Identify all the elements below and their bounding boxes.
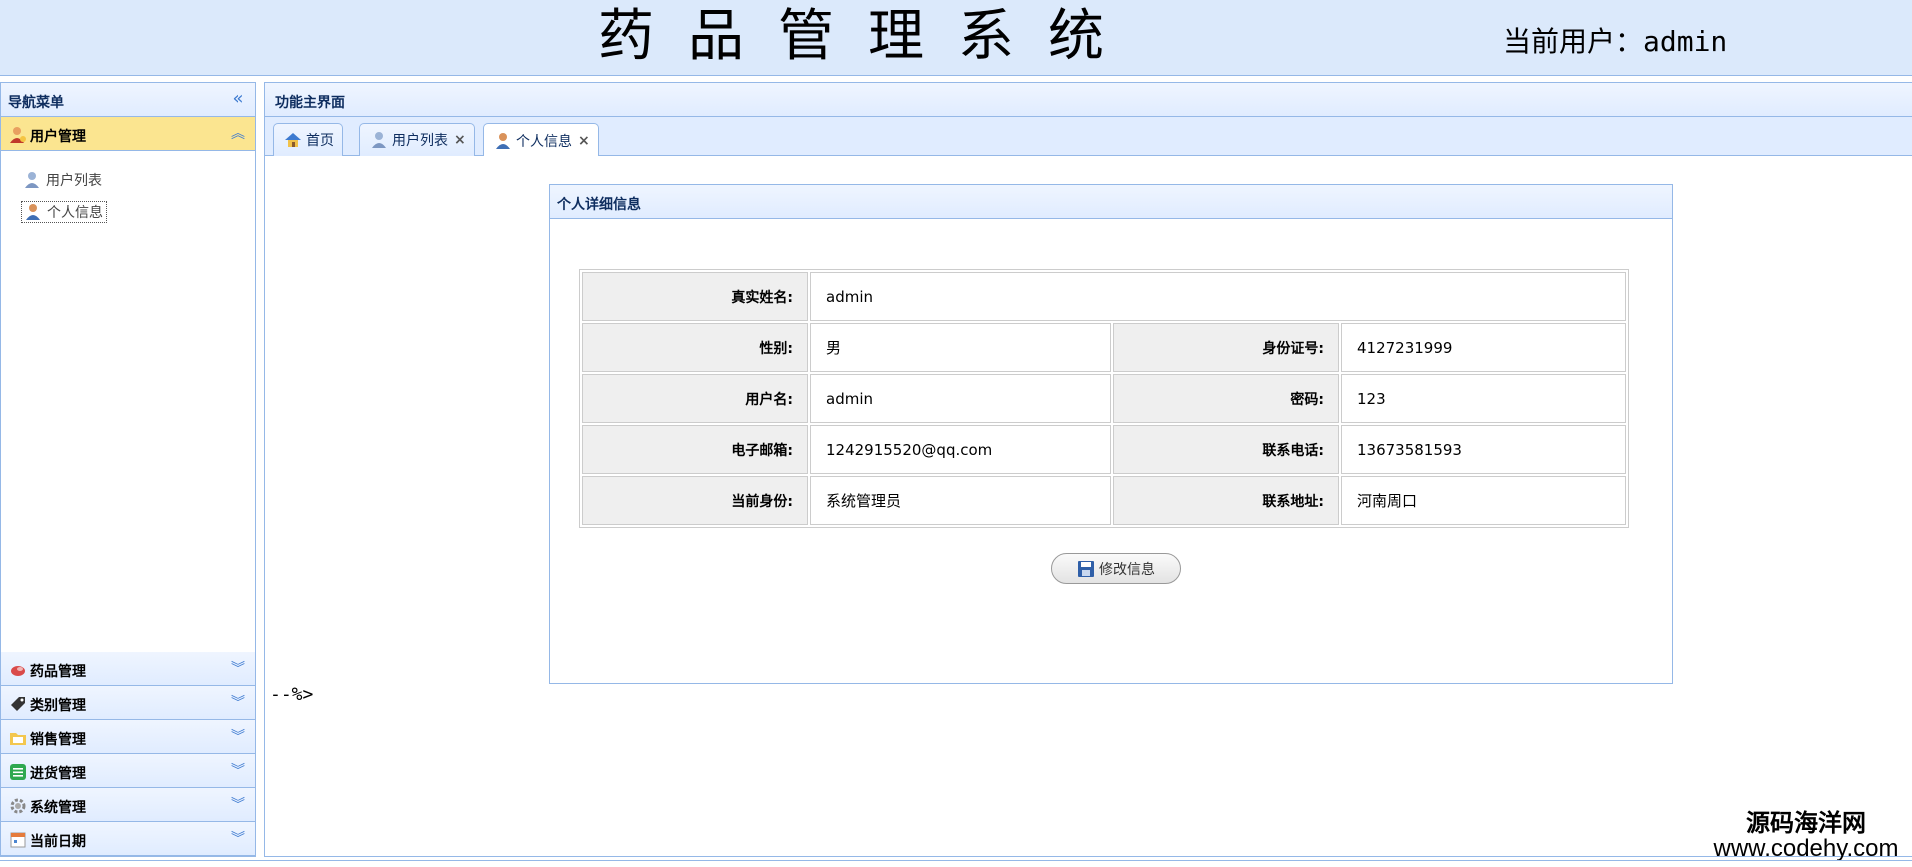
- main-title: 功能主界面: [275, 95, 345, 111]
- main-header: 功能主界面: [265, 83, 1912, 117]
- panel-sales-management[interactable]: 销售管理 ︾: [1, 720, 255, 754]
- gear-icon: [10, 798, 26, 814]
- field-value-realname: admin: [810, 272, 1626, 321]
- watermark: 源码海洋网 www.codehy.com: [1700, 810, 1912, 862]
- sidebar-item-label: 个人信息: [47, 205, 103, 221]
- tab-user-list[interactable]: 用户列表 ×: [359, 123, 475, 156]
- user-icon: [26, 204, 40, 220]
- current-user-label: 当前用户：admin: [1503, 25, 1728, 58]
- table-row: 当前身份: 系统管理员 联系地址: 河南周口: [582, 476, 1626, 525]
- panel-purchase-management[interactable]: 进货管理 ︾: [1, 754, 255, 788]
- close-icon[interactable]: ×: [454, 132, 466, 148]
- pill-icon: [11, 666, 25, 676]
- field-value-idcard: 4127231999: [1341, 323, 1626, 372]
- user-list-icon: [372, 132, 386, 148]
- field-label: 联系电话:: [1113, 425, 1339, 474]
- edit-info-button[interactable]: 修改信息: [1051, 553, 1181, 584]
- card-title: 个人详细信息: [557, 197, 641, 213]
- tabs-bar: 首页 用户列表 × 个人信息 ×: [265, 117, 1912, 157]
- panel-user-management[interactable]: 用户管理 ︽: [1, 117, 255, 151]
- panel-label: 药品管理: [30, 664, 86, 680]
- app-header: 药品管理系统 当前用户：admin: [0, 0, 1912, 76]
- field-value-email: 1242915520@qq.com: [810, 425, 1111, 474]
- main-panel: 功能主界面 首页 用户列表 × 个人信息 × 个人详细信息 真实姓名: admi…: [264, 82, 1912, 857]
- field-label: 电子邮箱:: [582, 425, 808, 474]
- tab-label: 用户列表: [392, 133, 448, 149]
- field-value-gender: 男: [810, 323, 1111, 372]
- watermark-line2: www.codehy.com: [1713, 835, 1899, 862]
- chevron-down-icon[interactable]: ︾: [229, 795, 247, 815]
- sidebar-title: 导航菜单: [8, 95, 64, 111]
- tab-content: 个人详细信息 真实姓名: admin 性别: 男 身份证号: 412723199…: [265, 156, 1912, 856]
- tab-label: 个人信息: [516, 133, 572, 150]
- panel-current-date[interactable]: 当前日期 ︾: [1, 822, 255, 856]
- field-value-password: 123: [1341, 374, 1626, 423]
- user-admin-icon: [10, 127, 26, 143]
- field-value-address: 河南周口: [1341, 476, 1626, 525]
- field-label: 密码:: [1113, 374, 1339, 423]
- profile-table: 真实姓名: admin 性别: 男 身份证号: 4127231999 用户名: …: [579, 269, 1629, 528]
- profile-card: 个人详细信息 真实姓名: admin 性别: 男 身份证号: 412723199…: [549, 184, 1673, 684]
- panel-user-management-body: 用户列表 个人信息: [1, 151, 255, 652]
- chevron-down-icon[interactable]: ︾: [229, 727, 247, 747]
- app-title: 药品管理系统: [598, 4, 1138, 69]
- table-row: 电子邮箱: 1242915520@qq.com 联系电话: 1367358159…: [582, 425, 1626, 474]
- field-value-username: admin: [810, 374, 1111, 423]
- panel-label: 类别管理: [30, 698, 86, 714]
- home-icon: [285, 133, 301, 147]
- table-row: 真实姓名: admin: [582, 272, 1626, 321]
- user-icon: [496, 132, 510, 149]
- close-icon[interactable]: ×: [578, 133, 590, 149]
- collapse-left-icon[interactable]: «: [229, 89, 247, 109]
- field-label: 当前身份:: [582, 476, 808, 525]
- field-value-role: 系统管理员: [810, 476, 1111, 525]
- field-value-phone: 13673581593: [1341, 425, 1626, 474]
- sidebar-item-user-list[interactable]: 用户列表: [21, 169, 105, 191]
- folder-icon: [10, 733, 26, 745]
- tab-profile[interactable]: 个人信息 ×: [483, 123, 599, 157]
- sidebar-header: 导航菜单 «: [1, 83, 255, 117]
- chevron-up-icon[interactable]: ︽: [229, 124, 247, 144]
- chevron-down-icon[interactable]: ︾: [229, 659, 247, 679]
- panel-drug-management[interactable]: 药品管理 ︾: [1, 652, 255, 686]
- panel-category-management[interactable]: 类别管理 ︾: [1, 686, 255, 720]
- table-row: 用户名: admin 密码: 123: [582, 374, 1626, 423]
- stray-text: --%>: [270, 684, 314, 705]
- chevron-down-icon[interactable]: ︾: [229, 761, 247, 781]
- card-header: 个人详细信息: [550, 185, 1672, 219]
- tag-icon: [11, 697, 25, 711]
- chevron-down-icon[interactable]: ︾: [229, 829, 247, 849]
- field-label: 真实姓名:: [582, 272, 808, 321]
- field-label: 联系地址:: [1113, 476, 1339, 525]
- panel-label: 进货管理: [30, 766, 86, 782]
- chevron-down-icon[interactable]: ︾: [229, 693, 247, 713]
- table-row: 性别: 男 身份证号: 4127231999: [582, 323, 1626, 372]
- list-icon: [10, 764, 26, 780]
- sidebar-item-profile[interactable]: 个人信息: [21, 201, 107, 223]
- panel-label: 当前日期: [30, 834, 86, 850]
- panel-label: 用户管理: [30, 129, 86, 145]
- field-label: 用户名:: [582, 374, 808, 423]
- user-list-icon: [25, 172, 39, 188]
- panel-system-management[interactable]: 系统管理 ︾: [1, 788, 255, 822]
- panel-label: 系统管理: [30, 800, 86, 816]
- watermark-line1: 源码海洋网: [1746, 809, 1866, 837]
- sidebar-item-label: 用户列表: [46, 173, 102, 189]
- tab-label: 首页: [306, 133, 334, 149]
- sidebar: 导航菜单 « 用户管理 ︽ 用户列表 个人信息 药品管理 ︾ 类别管理 ︾ 销售…: [0, 82, 256, 857]
- bottom-border: [0, 860, 1912, 867]
- panel-label: 销售管理: [30, 732, 86, 748]
- field-label: 身份证号:: [1113, 323, 1339, 372]
- save-icon: [1078, 560, 1094, 577]
- edit-button-label: 修改信息: [1099, 561, 1155, 578]
- tab-home[interactable]: 首页: [273, 123, 343, 156]
- calendar-icon: [10, 832, 26, 848]
- field-label: 性别:: [582, 323, 808, 372]
